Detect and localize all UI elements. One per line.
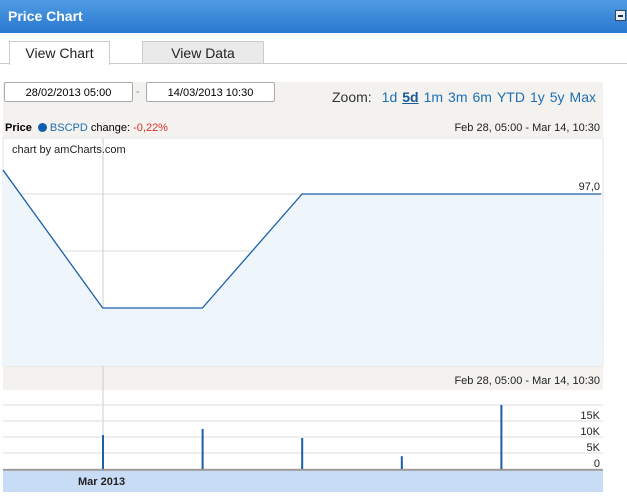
volume-bar	[102, 435, 104, 469]
chart-svg: 97,096,596,095,515K10K5K0	[2, 137, 604, 471]
volume-bar	[500, 405, 503, 469]
volume-bar	[301, 437, 304, 469]
volume-bar	[201, 429, 204, 469]
volume-y-tick: 15K	[580, 410, 600, 422]
credit-text[interactable]: chart by amCharts.com	[12, 144, 126, 156]
volume-bar	[400, 456, 403, 469]
volume-y-tick: 0	[594, 458, 600, 470]
volume-y-tick: 5K	[587, 442, 601, 454]
volume-y-tick: 10K	[580, 426, 600, 438]
price-y-tick: 97,0	[579, 181, 600, 193]
